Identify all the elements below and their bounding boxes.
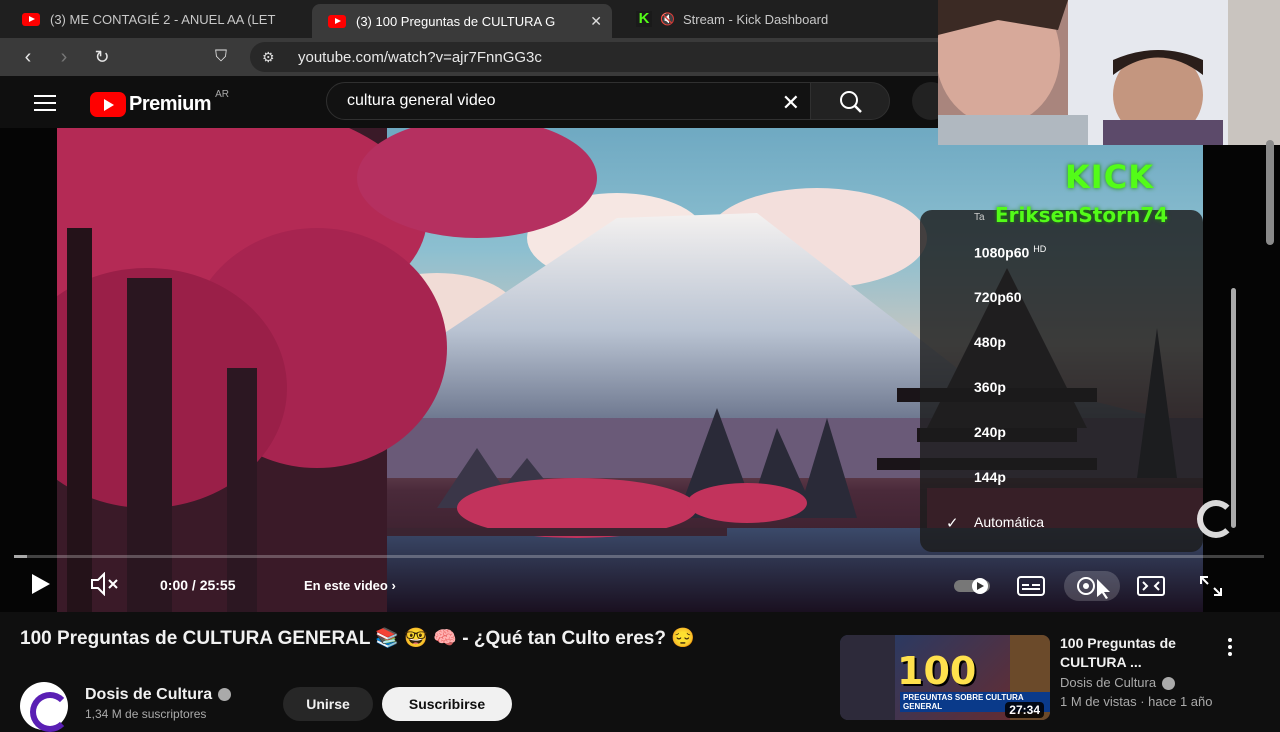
webcam-overlay: [938, 0, 1280, 145]
tab-title: (3) ME CONTAGIÉ 2 - ANUEL AA (LET: [50, 11, 276, 27]
checkmark-icon: ✓: [946, 515, 959, 532]
thumbnail-left-art: [840, 635, 895, 720]
subtitles-icon[interactable]: [1016, 574, 1046, 598]
thumbnail-number: 100: [897, 649, 977, 693]
menu-icon[interactable]: [34, 95, 56, 111]
recommended-video-meta: 1 M de vistas · hace 1 año: [1060, 694, 1213, 709]
brand-label: Premium: [129, 93, 212, 115]
back-icon[interactable]: ‹: [17, 46, 39, 68]
video-duration: 27:34: [1005, 702, 1044, 718]
url-text: youtube.com/watch?v=ajr7FnnGG3c: [298, 48, 542, 66]
search-icon: [840, 91, 862, 113]
video-player[interactable]: Ta 1080p60 HD 720p60 480p 360p 240p 144p …: [0, 128, 1280, 612]
site-info-icon[interactable]: ⚙: [262, 49, 275, 66]
time-display: 0:00 / 25:55: [160, 577, 236, 593]
channel-avatar[interactable]: [20, 682, 70, 732]
recommended-channel[interactable]: Dosis de Cultura: [1060, 675, 1176, 691]
clear-search-icon[interactable]: ✕: [782, 90, 800, 116]
recommended-video-thumbnail[interactable]: 100 PREGUNTAS SOBRE CULTURA GENERAL 27:3…: [840, 635, 1050, 720]
search-button[interactable]: [810, 82, 890, 120]
youtube-icon: [328, 14, 346, 28]
search-input[interactable]: cultura general video ✕: [326, 82, 811, 120]
player-letterbox-left: [0, 128, 57, 612]
streamer-name: EriksenStorn74: [995, 203, 1169, 227]
reload-icon[interactable]: ↻: [91, 46, 113, 68]
tab-anuel[interactable]: (3) ME CONTAGIÉ 2 - ANUEL AA (LET: [6, 4, 306, 34]
subscriber-count: 1,34 M de suscriptores: [85, 707, 207, 721]
join-button[interactable]: Unirse: [283, 687, 373, 721]
youtube-icon: [22, 12, 40, 26]
video-title: 100 Preguntas de CULTURA GENERAL 📚 🤓 🧠 -…: [20, 628, 695, 649]
country-code: AR: [215, 89, 229, 100]
youtube-play-icon: [90, 92, 126, 117]
tab-kick[interactable]: K 🔇 Stream - Kick Dashboard: [620, 4, 920, 34]
kick-icon: K: [636, 11, 652, 27]
youtube-logo[interactable]: Premium AR: [90, 89, 229, 117]
close-tab-icon[interactable]: ✕: [590, 13, 602, 30]
gear-icon: [1077, 577, 1110, 599]
quality-label: 1080p60: [974, 244, 1030, 261]
quality-menu-scrollbar[interactable]: [1231, 288, 1236, 528]
quality-option-360p[interactable]: 360p: [974, 379, 1006, 395]
more-options-icon[interactable]: [1228, 638, 1232, 659]
muted-volume-icon[interactable]: [90, 572, 120, 596]
quality-option-480p[interactable]: 480p: [974, 334, 1006, 350]
channel-watermark-icon[interactable]: [1197, 500, 1235, 538]
hd-badge: HD: [1033, 244, 1047, 254]
webcam-feed-image: [938, 0, 1280, 145]
search-value: cultura general video: [347, 92, 496, 109]
progress-fill: [14, 555, 27, 558]
quality-option-240p[interactable]: 240p: [974, 424, 1006, 440]
recommended-video-title[interactable]: 100 Preguntas de CULTURA ...: [1060, 634, 1220, 672]
chapters-button[interactable]: En este video ›: [304, 578, 396, 593]
kick-logo: KICK: [1065, 158, 1154, 196]
chevron-right-icon: ›: [391, 578, 396, 593]
channel-name[interactable]: Dosis de Cultura: [85, 686, 232, 704]
tab-title: (3) 100 Preguntas de CULTURA G: [356, 13, 556, 29]
quality-menu: Ta 1080p60 HD 720p60 480p 360p 240p 144p …: [920, 210, 1236, 552]
verified-icon: [1162, 677, 1176, 691]
url-field[interactable]: ⚙ youtube.com/watch?v=ajr7FnnGG3c: [250, 42, 950, 72]
forward-icon[interactable]: ›: [53, 46, 75, 68]
settings-button[interactable]: [1064, 571, 1120, 601]
quality-menu-header: Ta: [974, 212, 985, 223]
muted-speaker-icon: 🔇: [660, 12, 675, 26]
channel-name-text: Dosis de Cultura: [85, 686, 213, 703]
tab-cultura[interactable]: (3) 100 Preguntas de CULTURA G ✕: [312, 4, 612, 38]
progress-bar[interactable]: [14, 555, 1264, 558]
bookmark-icon[interactable]: ⛉: [210, 46, 232, 68]
subscribe-button[interactable]: Suscribirse: [382, 687, 512, 721]
tab-title: Stream - Kick Dashboard: [682, 11, 829, 27]
quality-option-1080p60[interactable]: 1080p60 HD: [974, 244, 1046, 261]
theater-mode-icon[interactable]: [1136, 574, 1166, 598]
play-icon[interactable]: [30, 572, 52, 596]
quality-option-auto[interactable]: Automática: [974, 514, 1044, 530]
verified-icon: [218, 688, 232, 702]
fullscreen-icon[interactable]: [1198, 574, 1224, 598]
quality-option-144p[interactable]: 144p: [974, 469, 1006, 485]
chapters-label: En este video: [304, 578, 388, 593]
page-scrollbar[interactable]: [1266, 140, 1274, 245]
recommended-channel-text: Dosis de Cultura: [1060, 675, 1157, 690]
autoplay-toggle[interactable]: [952, 577, 992, 595]
quality-option-720p60[interactable]: 720p60: [974, 289, 1021, 305]
